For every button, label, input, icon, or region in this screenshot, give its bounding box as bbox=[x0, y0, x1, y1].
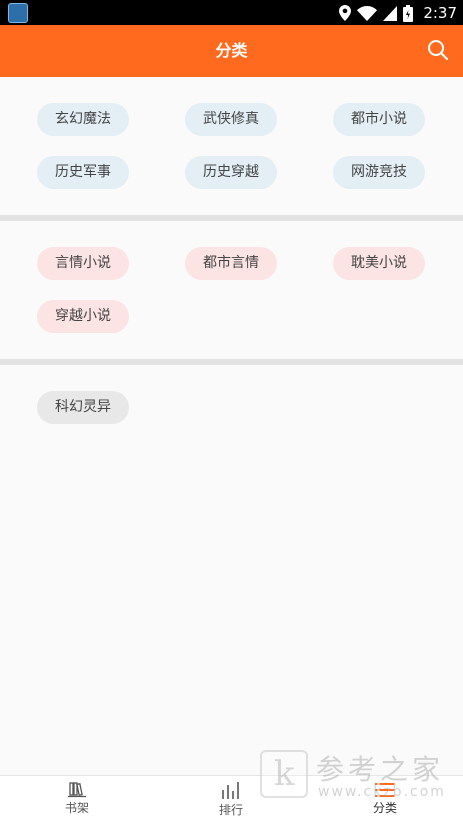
category-section-female: 言情小说 都市言情 耽美小说 穿越小说 bbox=[0, 221, 463, 359]
nav-label: 书架 bbox=[64, 801, 89, 815]
nav-bookshelf[interactable]: 书架 bbox=[0, 776, 154, 824]
category-tag[interactable]: 科幻灵异 bbox=[37, 391, 129, 424]
category-tag[interactable]: 都市言情 bbox=[185, 247, 277, 280]
category-section-male: 玄幻魔法 武侠修真 都市小说 历史军事 历史穿越 网游竞技 bbox=[0, 77, 463, 215]
nav-ranking[interactable]: 排行 bbox=[154, 776, 308, 824]
category-content: 玄幻魔法 武侠修真 都市小说 历史军事 历史穿越 网游竞技 言情小说 都市言情 … bbox=[0, 77, 463, 775]
category-icon bbox=[375, 783, 395, 797]
status-time: 2:37 bbox=[423, 4, 457, 22]
category-tag[interactable]: 历史穿越 bbox=[185, 156, 277, 189]
category-tag[interactable]: 武侠修真 bbox=[185, 103, 277, 136]
bottom-nav: 书架 排行 分类 bbox=[0, 775, 463, 824]
signal-icon bbox=[383, 5, 398, 21]
app-icon bbox=[8, 3, 28, 23]
category-tag[interactable]: 穿越小说 bbox=[37, 300, 129, 333]
bookshelf-icon bbox=[68, 782, 86, 798]
ranking-icon bbox=[222, 782, 239, 799]
app-bar: 分类 bbox=[0, 25, 463, 77]
status-icons: 2:37 bbox=[339, 2, 457, 24]
search-icon bbox=[428, 40, 448, 60]
nav-category[interactable]: 分类 bbox=[308, 776, 462, 824]
category-tag[interactable]: 玄幻魔法 bbox=[37, 103, 129, 136]
nav-label: 排行 bbox=[218, 803, 243, 817]
category-tag[interactable]: 网游竞技 bbox=[333, 156, 425, 189]
nav-label: 分类 bbox=[372, 801, 397, 815]
category-section-other: 科幻灵异 bbox=[0, 365, 463, 765]
category-tag[interactable]: 言情小说 bbox=[37, 247, 129, 280]
search-button[interactable] bbox=[427, 39, 451, 63]
category-tag[interactable]: 历史军事 bbox=[37, 156, 129, 189]
location-icon bbox=[339, 5, 352, 21]
category-tag[interactable]: 都市小说 bbox=[333, 103, 425, 136]
status-bar: 2:37 bbox=[0, 0, 463, 25]
category-tag[interactable]: 耽美小说 bbox=[333, 247, 425, 280]
battery-icon bbox=[403, 4, 414, 22]
page-title: 分类 bbox=[215, 41, 248, 60]
wifi-icon bbox=[357, 5, 378, 21]
